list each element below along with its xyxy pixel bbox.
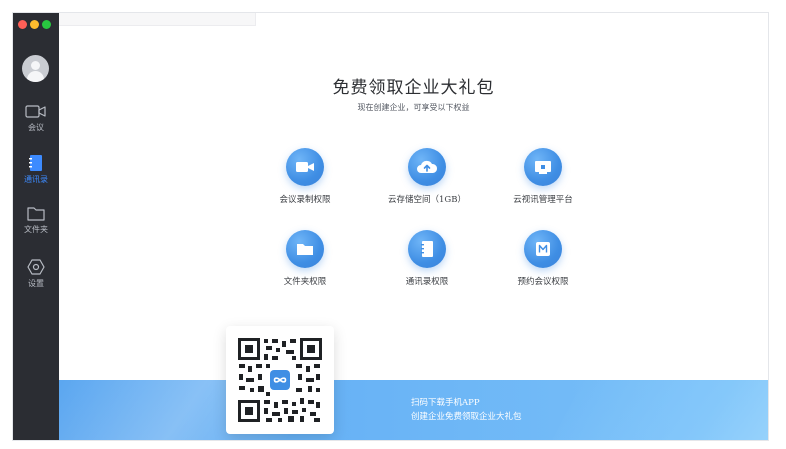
sidebar-item-settings[interactable]: 设置 [13, 258, 59, 302]
banner-line-create-enterprise: 创建企业免费领取企业大礼包 [411, 412, 522, 422]
feature-cloud-video-platform: 云视讯管理平台 [493, 148, 593, 205]
download-banner: 扫码下载手机APP 创建企业免费领取企业大礼包 [59, 380, 768, 440]
calendar-m-icon [524, 230, 562, 268]
feature-label: 云视讯管理平台 [513, 195, 573, 205]
page-title: 免费领取企业大礼包 [332, 78, 495, 98]
contacts-book-icon [408, 230, 446, 268]
sidebar: 会议 通讯录 文件夹 设置 [13, 13, 59, 440]
qr-code-icon [236, 336, 324, 424]
cloud-upload-icon [408, 148, 446, 186]
feature-label: 通讯录权限 [405, 277, 449, 287]
sidebar-item-label: 设置 [28, 279, 44, 288]
feature-label: 云存储空间（1GB） [388, 195, 466, 205]
minimize-window-button[interactable] [30, 20, 39, 29]
folder-icon [27, 207, 45, 221]
qr-code-card [226, 326, 334, 434]
sidebar-item-meeting[interactable]: 会议 [13, 104, 59, 148]
close-window-button[interactable] [18, 20, 27, 29]
user-avatar-icon[interactable] [22, 55, 49, 82]
video-record-icon [286, 148, 324, 186]
folder-icon [286, 230, 324, 268]
video-camera-icon [25, 105, 46, 118]
monitor-icon [524, 148, 562, 186]
feature-meeting-recording: 会议录制权限 [255, 148, 355, 205]
feature-schedule-meeting-permission: 预约会议权限 [493, 230, 593, 287]
feature-label: 会议录制权限 [279, 195, 331, 205]
contacts-book-icon [29, 155, 42, 171]
feature-cloud-storage: 云存储空间（1GB） [377, 148, 477, 205]
feature-folder-permission: 文件夹权限 [255, 230, 355, 287]
feature-label: 文件夹权限 [283, 277, 327, 287]
main-content: 免费领取企业大礼包 现在创建企业，可享受以下权益 会议录制权限 云存储空间（1G… [59, 13, 768, 440]
app-window: 会议 通讯录 文件夹 设置 免费领取企业大礼包 现在创建企业，可享受以下权益 会… [12, 12, 769, 441]
sidebar-item-label: 文件夹 [24, 225, 48, 234]
window-controls [18, 20, 51, 29]
banner-text: 扫码下载手机APP 创建企业免费领取企业大礼包 [411, 396, 522, 424]
page-subtitle: 现在创建企业，可享受以下权益 [357, 103, 470, 112]
sidebar-item-label: 通讯录 [24, 175, 48, 184]
feature-label: 预约会议权限 [517, 277, 569, 287]
sidebar-item-label: 会议 [28, 123, 44, 132]
sidebar-item-contacts[interactable]: 通讯录 [13, 154, 59, 198]
sidebar-item-folder[interactable]: 文件夹 [13, 206, 59, 250]
settings-hexagon-icon [27, 259, 45, 275]
banner-line-download-app: 扫码下载手机APP [411, 398, 480, 408]
zoom-window-button[interactable] [42, 20, 51, 29]
feature-contacts-permission: 通讯录权限 [377, 230, 477, 287]
